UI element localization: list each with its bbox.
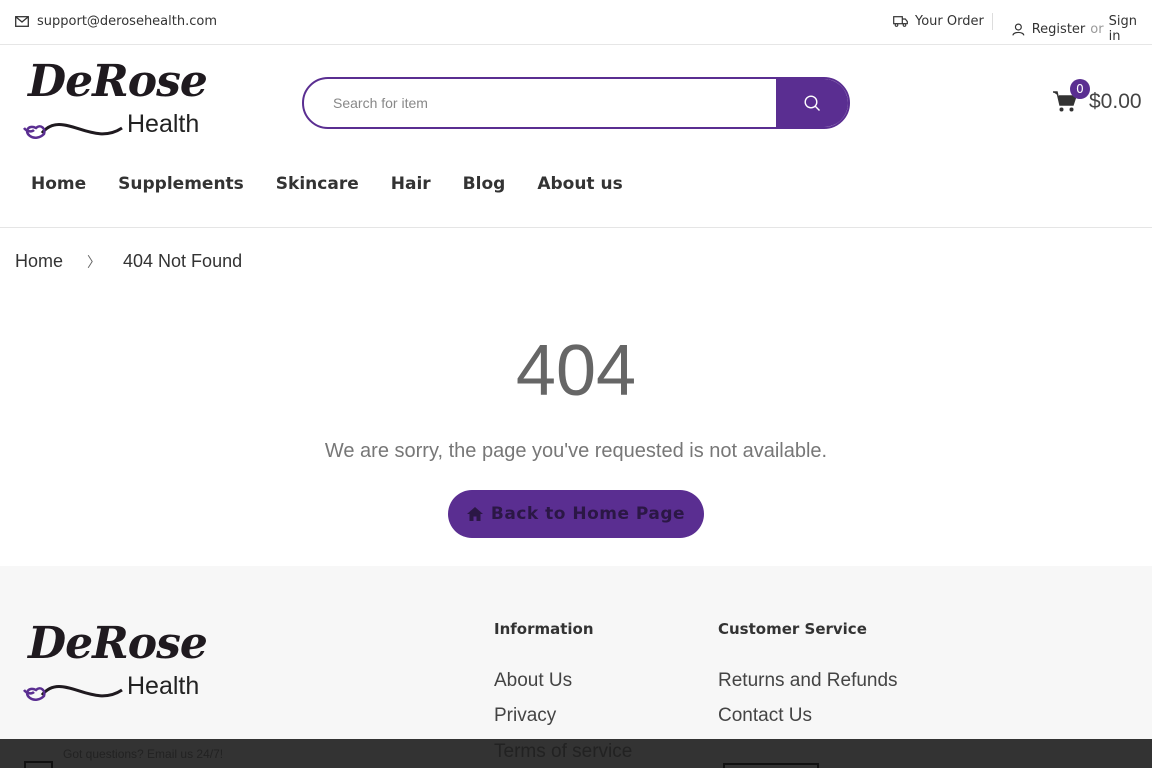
cart-widget[interactable]: 0 $0.00 [1053, 79, 1143, 122]
logo-script-text: DeRose [28, 56, 208, 107]
breadcrumb-home[interactable]: Home [15, 251, 63, 272]
signin-link[interactable]: Sign in [1109, 14, 1152, 44]
your-order-link[interactable]: Your Order [893, 14, 984, 29]
back-home-label: Back to Home Page [490, 504, 686, 524]
top-bar: support@derosehealth.com Your Order Regi… [0, 0, 1152, 45]
footer-logo[interactable]: DeRose Health [14, 618, 210, 710]
newsletter-box[interactable] [723, 763, 819, 768]
header-divider [0, 227, 1152, 228]
cart-total: $0.00 [1089, 90, 1142, 113]
cart-count-badge: 0 [1070, 79, 1090, 99]
mail-icon [15, 16, 29, 27]
user-icon [1012, 23, 1025, 36]
nav-item-supplements[interactable]: Supplements [118, 174, 244, 194]
your-order-label: Your Order [915, 14, 984, 29]
search-icon [803, 94, 820, 111]
home-icon [466, 507, 483, 521]
nav-item-home[interactable]: Home [31, 174, 86, 194]
footer-link-contact-us[interactable]: Contact Us [718, 705, 898, 727]
footer-link-privacy[interactable]: Privacy [494, 705, 594, 727]
support-icon [24, 761, 53, 768]
search-bar [302, 77, 850, 129]
site-logo[interactable]: DeRose Health [14, 56, 210, 148]
nav-item-about-us[interactable]: About us [537, 174, 622, 194]
footer-logo-health-text: Health [127, 672, 200, 700]
search-input[interactable] [304, 79, 778, 127]
footer-link-returns[interactable]: Returns and Refunds [718, 670, 898, 692]
account-links: Register or Sign in [1012, 14, 1152, 44]
register-link[interactable]: Register [1032, 22, 1086, 37]
footer-information-column: Information About Us Privacy [494, 620, 594, 740]
support-email-link[interactable]: support@derosehealth.com [15, 14, 217, 29]
nav-item-skincare[interactable]: Skincare [276, 174, 359, 194]
main-nav: Home Supplements Skincare Hair Blog Abou… [31, 174, 655, 194]
nav-item-hair[interactable]: Hair [391, 174, 431, 194]
breadcrumb: Home 〉 404 Not Found [15, 251, 242, 272]
breadcrumb-current: 404 Not Found [123, 251, 243, 271]
footer-link-about-us[interactable]: About Us [494, 670, 594, 692]
error-message: We are sorry, the page you've requested … [324, 440, 828, 462]
error-code: 404 [515, 331, 637, 411]
back-home-button[interactable]: Back to Home Page [448, 490, 704, 538]
or-text: or [1090, 21, 1104, 37]
truck-icon [893, 16, 908, 27]
footer-information-title: Information [494, 620, 594, 638]
footer: DeRose Health Information About Us Priva… [0, 566, 1152, 768]
questions-text: Got questions? Email us 24/7! [63, 747, 224, 761]
topbar-divider [992, 13, 993, 30]
footer-customer-service-column: Customer Service Returns and Refunds Con… [718, 620, 898, 740]
footer-link-terms[interactable]: Terms of service [494, 741, 632, 763]
footer-customer-service-title: Customer Service [718, 620, 867, 638]
chevron-right-icon: 〉 [87, 253, 102, 270]
search-button[interactable] [776, 79, 848, 127]
footer-logo-script-text: DeRose [28, 618, 208, 669]
nav-item-blog[interactable]: Blog [463, 174, 506, 194]
logo-health-text: Health [127, 110, 200, 138]
support-email-text: support@derosehealth.com [37, 14, 217, 29]
